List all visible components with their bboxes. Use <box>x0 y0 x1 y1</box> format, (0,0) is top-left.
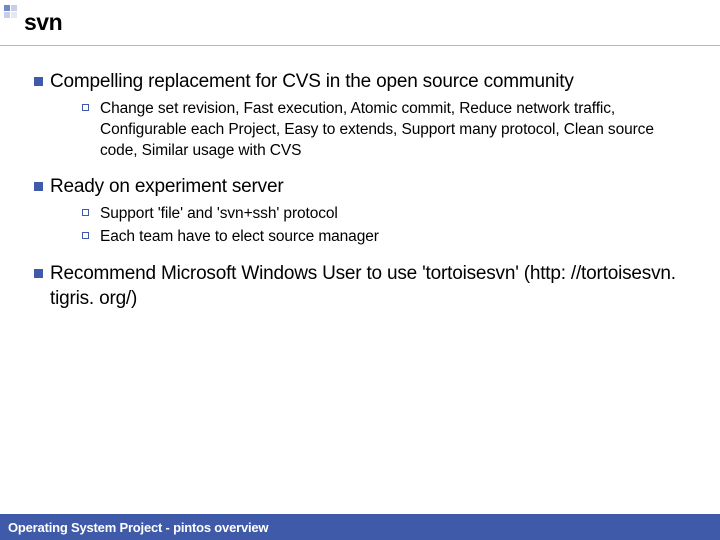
square-bullet-icon <box>26 70 50 95</box>
hollow-square-bullet-icon <box>82 227 100 248</box>
bullet-item: Ready on experiment server <box>26 175 694 200</box>
title-bar: svn <box>0 0 720 46</box>
bullet-text: Ready on experiment server <box>50 175 283 200</box>
sub-bullet-item: Support 'file' and 'svn+ssh' protocol <box>82 204 694 225</box>
sub-bullet-item: Change set revision, Fast execution, Ato… <box>82 99 694 162</box>
sub-bullet-text: Change set revision, Fast execution, Ato… <box>100 99 694 162</box>
bullet-text: Compelling replacement for CVS in the op… <box>50 70 574 95</box>
hollow-square-bullet-icon <box>82 204 100 225</box>
bullet-item: Recommend Microsoft Windows User to use … <box>26 262 694 311</box>
sub-bullet-group: Change set revision, Fast execution, Ato… <box>82 99 694 162</box>
sub-bullet-item: Each team have to elect source manager <box>82 227 694 248</box>
slide: svn Compelling replacement for CVS in th… <box>0 0 720 540</box>
square-bullet-icon <box>26 175 50 200</box>
square-bullet-icon <box>26 262 50 311</box>
bullet-text: Recommend Microsoft Windows User to use … <box>50 262 694 311</box>
slide-content: Compelling replacement for CVS in the op… <box>0 46 720 540</box>
footer-text: Operating System Project - pintos overvi… <box>8 520 268 535</box>
hollow-square-bullet-icon <box>82 99 100 162</box>
slide-title: svn <box>24 9 62 36</box>
sub-bullet-group: Support 'file' and 'svn+ssh' protocol Ea… <box>82 204 694 248</box>
bullet-item: Compelling replacement for CVS in the op… <box>26 70 694 95</box>
slide-footer: Operating System Project - pintos overvi… <box>0 514 720 540</box>
sub-bullet-text: Each team have to elect source manager <box>100 227 387 248</box>
sub-bullet-text: Support 'file' and 'svn+ssh' protocol <box>100 204 346 225</box>
